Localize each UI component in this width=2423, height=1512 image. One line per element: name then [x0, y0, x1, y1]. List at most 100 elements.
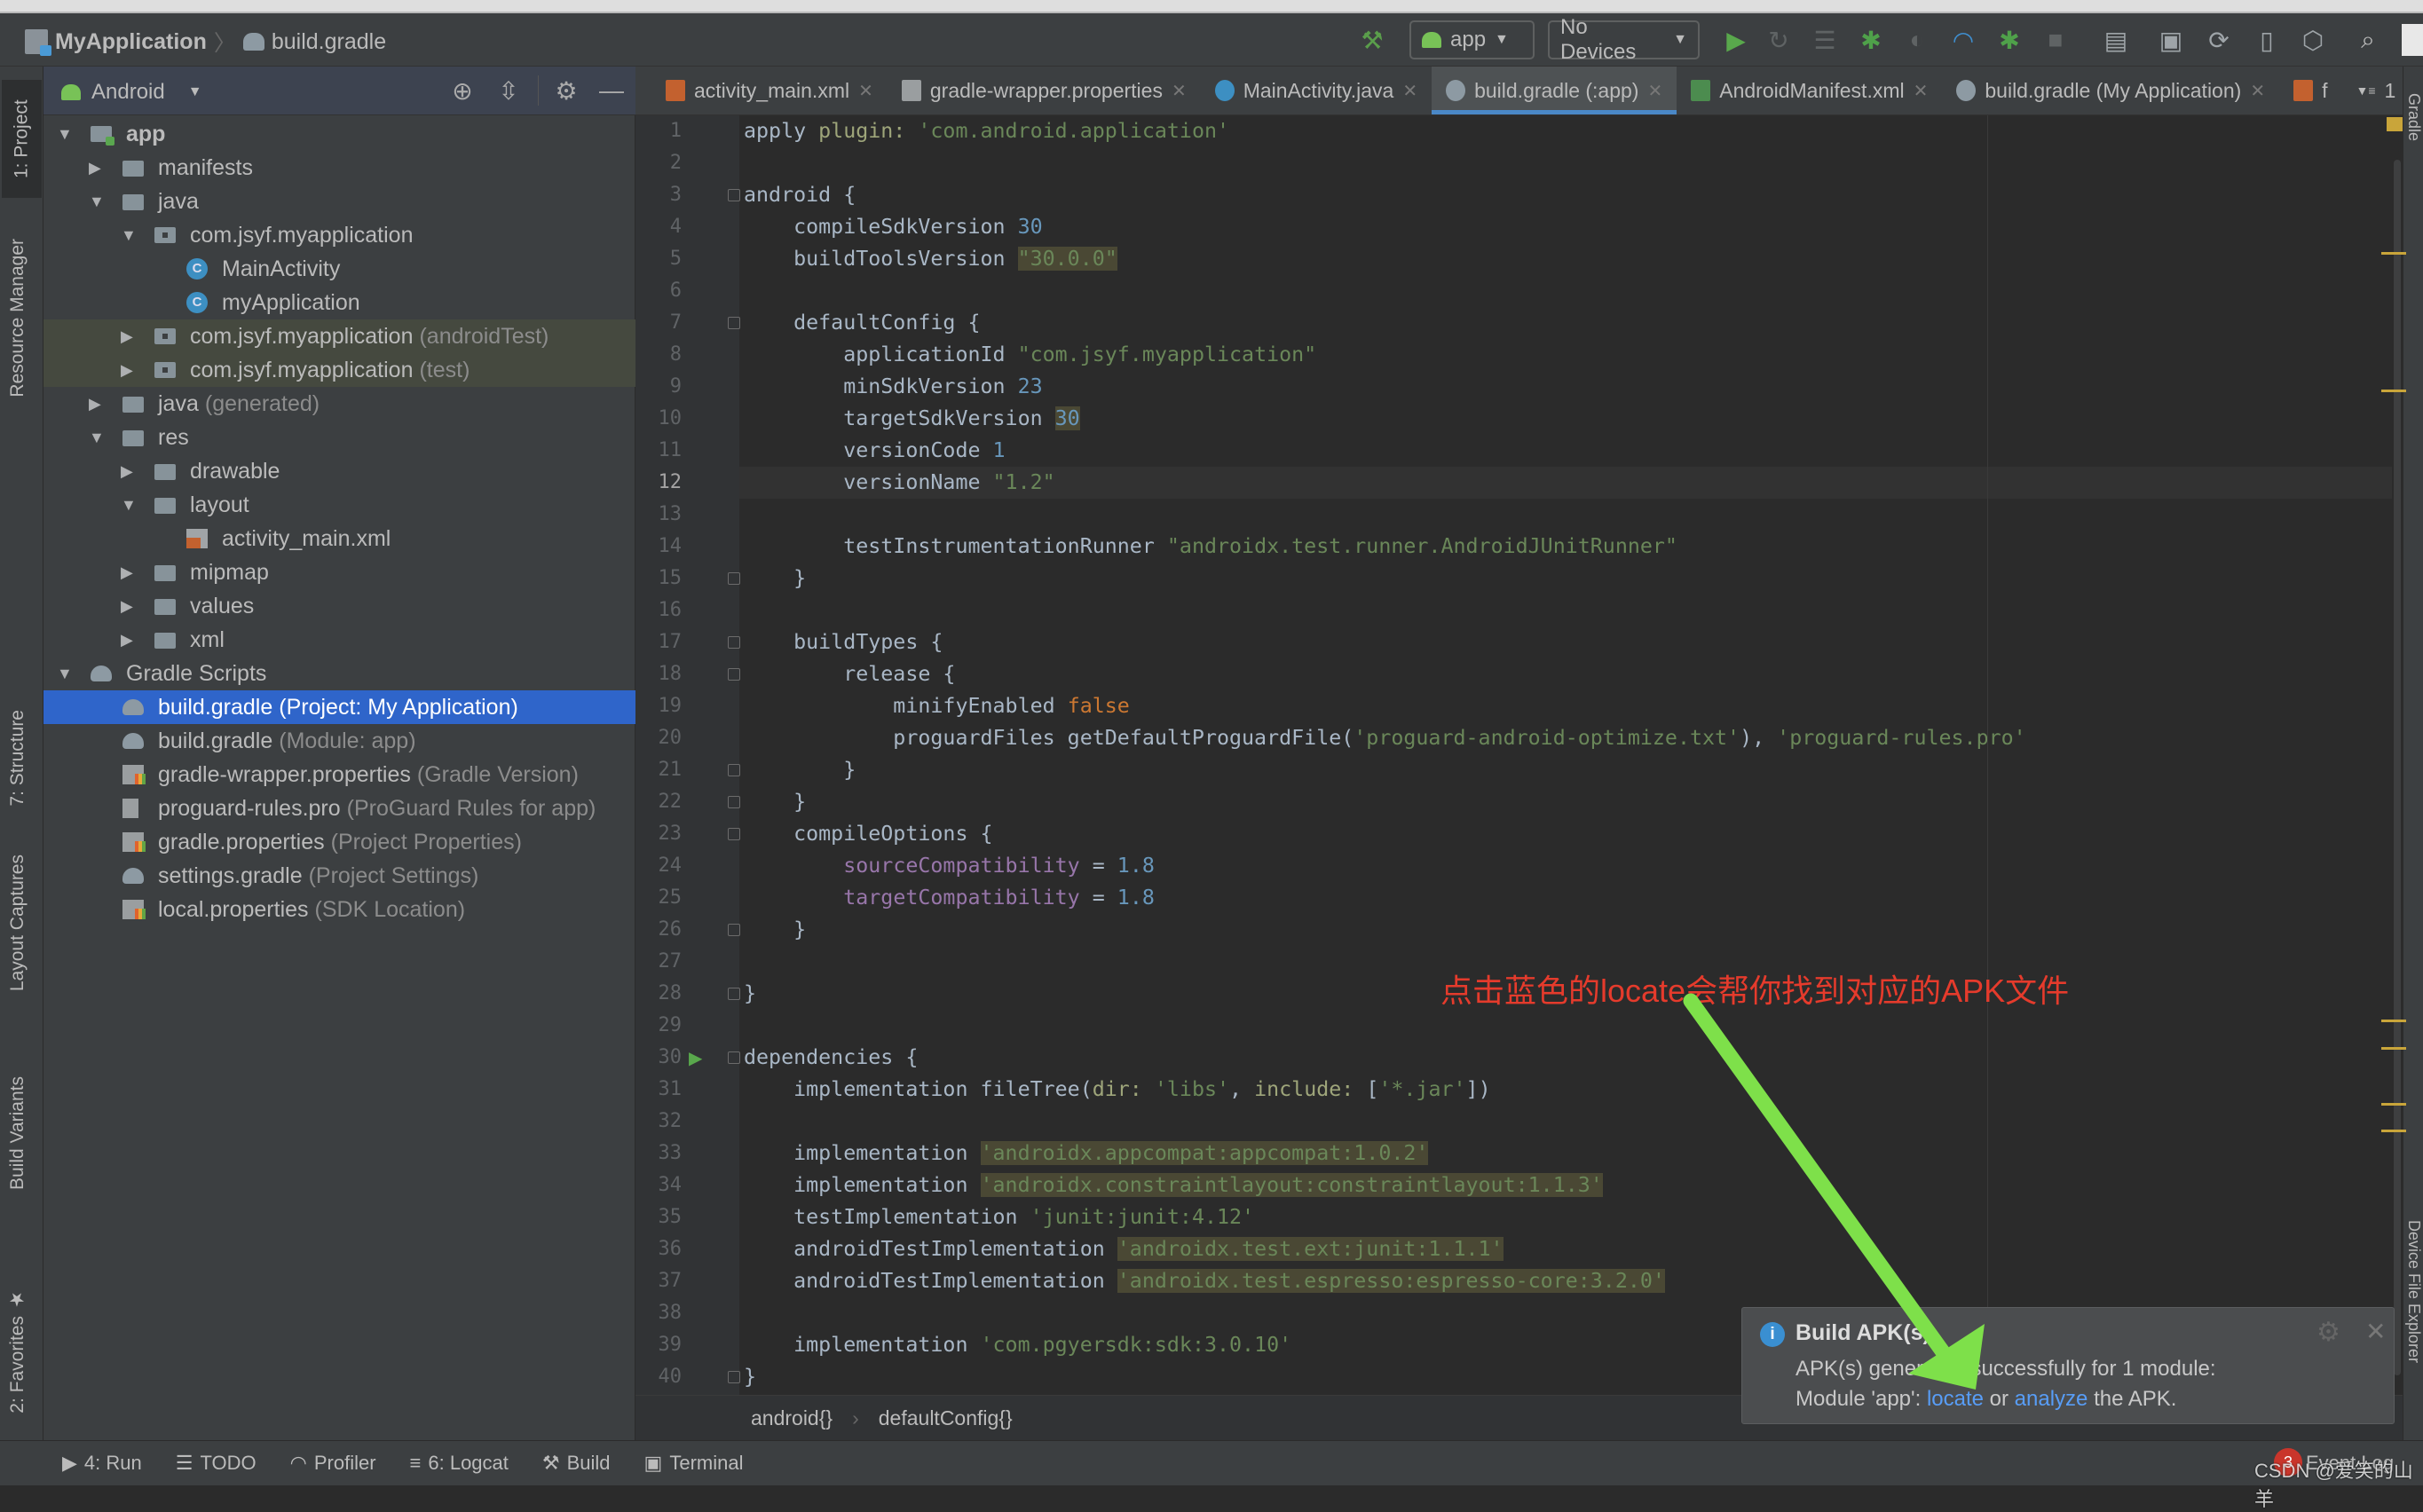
stop-icon[interactable]: ■: [2041, 26, 2070, 54]
tool-window-layout-captures[interactable]: Layout Captures: [7, 854, 28, 991]
hide-panel-icon[interactable]: —: [597, 76, 626, 105]
tab-androidmanifest-xml[interactable]: AndroidManifest.xml ✕: [1677, 67, 1942, 114]
fold-marker-icon[interactable]: [728, 1371, 740, 1383]
close-tab-icon[interactable]: ✕: [858, 80, 873, 102]
tree-item[interactable]: gradle-wrapper.properties (Gradle Version…: [43, 758, 635, 791]
tool-window-build-variants[interactable]: Build Variants: [7, 1076, 28, 1190]
tree-item[interactable]: C MainActivity: [43, 252, 635, 286]
tool-window-resource-manager[interactable]: Resource Manager: [7, 239, 28, 398]
warning-stripe-marker[interactable]: [2381, 252, 2406, 255]
code-editor[interactable]: apply plugin: 'com.android.application' a…: [739, 115, 2392, 1395]
fold-marker-icon[interactable]: [728, 924, 740, 936]
tree-item[interactable]: ▶ manifests: [43, 151, 635, 185]
breadcrumb-android[interactable]: android{}: [751, 1406, 833, 1430]
tab-build-gradle-app[interactable]: build.gradle (:app) ✕: [1432, 67, 1677, 114]
close-tab-icon[interactable]: ✕: [2250, 80, 2265, 102]
project-structure-icon[interactable]: ▤: [2102, 26, 2130, 54]
tree-item[interactable]: gradle.properties (Project Properties): [43, 825, 635, 859]
gradle-sync-icon[interactable]: ⟳: [2205, 26, 2233, 54]
close-tab-icon[interactable]: ✕: [1647, 80, 1662, 102]
tab-f[interactable]: f: [2279, 67, 2341, 114]
tab-build-gradle-my-application[interactable]: build.gradle (My Application) ✕: [1942, 67, 2279, 114]
tool-window-structure[interactable]: 7: Structure: [7, 710, 28, 807]
analyze-link[interactable]: analyze: [2015, 1387, 2088, 1411]
tree-item[interactable]: CmyApplication: [43, 286, 635, 319]
tree-item[interactable]: ▶ java (generated): [43, 387, 635, 421]
gear-icon[interactable]: ⚙: [2316, 1317, 2340, 1348]
terminal-toggle-icon[interactable]: ▣: [2157, 26, 2185, 54]
close-tab-icon[interactable]: ✕: [1914, 80, 1929, 102]
tree-expanded-arrow-icon[interactable]: ▼: [89, 193, 105, 211]
tab-overflow-button[interactable]: ▼≡ 1: [2341, 67, 2410, 114]
fold-marker-icon[interactable]: [728, 796, 740, 808]
fold-marker-icon[interactable]: [728, 317, 740, 329]
nav-project[interactable]: MyApplication: [55, 29, 207, 55]
warning-stripe-marker[interactable]: [2381, 1020, 2406, 1022]
tree-item[interactable]: ▼ res: [43, 421, 635, 454]
tree-item[interactable]: local.properties (SDK Location): [43, 893, 635, 926]
tool-window-project[interactable]: 1: Project: [2, 80, 42, 198]
tree-item[interactable]: ▼ java: [43, 185, 635, 218]
tree-collapsed-arrow-icon[interactable]: ▶: [89, 159, 101, 177]
locate-file-icon[interactable]: ⊕: [448, 76, 477, 105]
tree-expanded-arrow-icon[interactable]: ▼: [57, 125, 73, 144]
run-config-dropdown[interactable]: app ▼: [1409, 20, 1535, 59]
search-icon[interactable]: ⌕: [2354, 26, 2382, 54]
tree-collapsed-arrow-icon[interactable]: ▶: [121, 361, 133, 380]
debug-attach-icon[interactable]: ✱: [1995, 26, 2024, 54]
collapse-all-icon[interactable]: ⇳: [494, 76, 523, 105]
project-view-dropdown[interactable]: Android ▼: [61, 80, 202, 105]
tree-item[interactable]: ▶ com.jsyf.myapplication (androidTest): [43, 319, 635, 353]
tab-gradle-wrapper-properties[interactable]: gradle-wrapper.properties ✕: [888, 67, 1201, 114]
fold-marker-icon[interactable]: [728, 572, 740, 585]
warning-stripe-marker[interactable]: [2381, 390, 2406, 392]
tree-item[interactable]: activity_main.xml: [43, 522, 635, 555]
tool-window-favorites[interactable]: 2: Favorites ★: [7, 1289, 28, 1414]
fold-marker-icon[interactable]: [728, 988, 740, 1000]
avd-manager-icon[interactable]: ▯: [2253, 26, 2281, 54]
nav-file[interactable]: build.gradle: [272, 29, 386, 55]
close-tab-icon[interactable]: ✕: [1402, 80, 1417, 102]
tool-window-device-file-explorer[interactable]: Device File Explorer: [2404, 1220, 2423, 1363]
breadcrumb-defaultconfig[interactable]: defaultConfig{}: [879, 1406, 1013, 1430]
bottom-tool-terminal[interactable]: ▣ Terminal: [644, 1452, 744, 1475]
tree-collapsed-arrow-icon[interactable]: ▶: [89, 395, 101, 413]
debug-icon[interactable]: ✱: [1857, 26, 1885, 54]
close-tab-icon[interactable]: ✕: [1172, 80, 1187, 102]
warning-stripe-marker[interactable]: [2381, 1103, 2406, 1106]
tree-item[interactable]: build.gradle (Project: My Application): [43, 690, 635, 724]
editor-scrollbar[interactable]: [2392, 115, 2403, 1395]
tree-item[interactable]: ▶ drawable: [43, 454, 635, 488]
tree-collapsed-arrow-icon[interactable]: ▶: [121, 631, 133, 650]
tree-collapsed-arrow-icon[interactable]: ▶: [121, 327, 133, 346]
apply-code-changes-icon[interactable]: ☰: [1811, 26, 1839, 54]
tree-expanded-arrow-icon[interactable]: ▼: [121, 226, 137, 245]
tree-expanded-arrow-icon[interactable]: ▼: [121, 496, 137, 515]
fold-marker-icon[interactable]: [728, 668, 740, 681]
tree-item[interactable]: ▶ com.jsyf.myapplication (test): [43, 353, 635, 387]
apply-changes-icon[interactable]: ↻: [1764, 26, 1793, 54]
tree-collapsed-arrow-icon[interactable]: ▶: [121, 462, 133, 481]
fold-marker-icon[interactable]: [728, 764, 740, 776]
tree-collapsed-arrow-icon[interactable]: ▶: [121, 597, 133, 616]
sdk-manager-icon[interactable]: ⬡: [2299, 26, 2327, 54]
bottom-tool-4-run[interactable]: ▶ 4: Run: [62, 1452, 142, 1475]
tree-item[interactable]: build.gradle (Module: app): [43, 724, 635, 758]
warning-status-icon[interactable]: [2387, 117, 2403, 131]
tree-collapsed-arrow-icon[interactable]: ▶: [121, 563, 133, 582]
gear-icon[interactable]: ⚙: [552, 76, 580, 105]
tree-item[interactable]: ▶ values: [43, 589, 635, 623]
fold-marker-icon[interactable]: [728, 1051, 740, 1064]
tab-activity-main-xml[interactable]: activity_main.xml ✕: [651, 67, 888, 114]
run-icon[interactable]: ▶: [1722, 26, 1750, 54]
bottom-tool-profiler[interactable]: ◠ Profiler: [290, 1452, 376, 1475]
tree-expanded-arrow-icon[interactable]: ▼: [89, 429, 105, 447]
tree-item[interactable]: ▼ Gradle Scripts: [43, 657, 635, 690]
tree-item[interactable]: ▶ mipmap: [43, 555, 635, 589]
tree-item[interactable]: ▼ app: [43, 117, 635, 151]
warning-stripe-marker[interactable]: [2381, 1130, 2406, 1132]
device-dropdown[interactable]: No Devices ▼: [1548, 15, 1700, 64]
tree-item[interactable]: ▼ com.jsyf.myapplication: [43, 218, 635, 252]
tree-item[interactable]: ▼ layout: [43, 488, 635, 522]
bottom-tool-todo[interactable]: ☰ TODO: [176, 1452, 257, 1475]
